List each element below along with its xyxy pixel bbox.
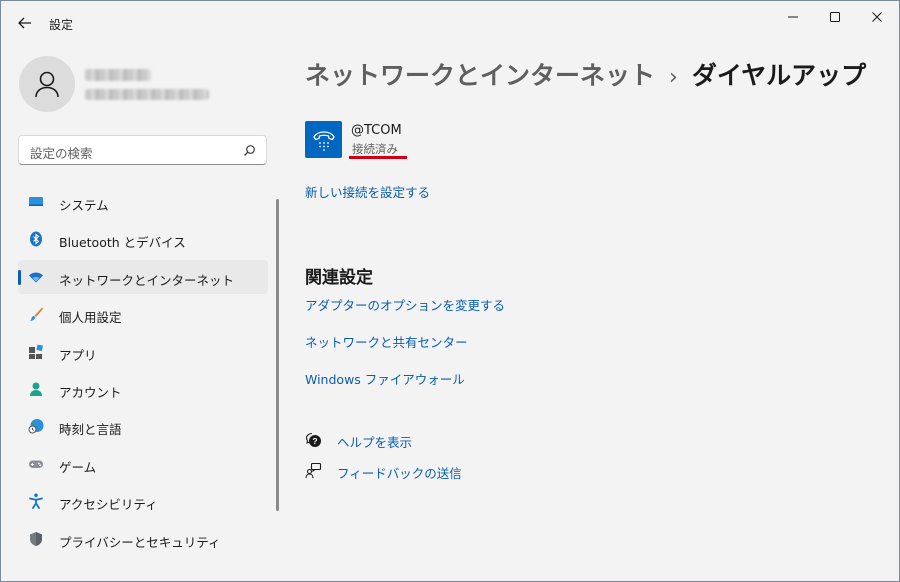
connection-status: 接続済み [352,142,398,156]
sidebar-item-label: システム [59,198,109,213]
system-icon [29,197,43,206]
network-sharing-center-link[interactable]: ネットワークと共有センター [305,332,468,351]
sidebar-item-privacy[interactable]: プライバシーとセキュリティ [18,522,268,556]
back-button[interactable] [15,13,35,33]
brush-icon [30,307,43,322]
sidebar-item-apps[interactable]: アプリ [18,335,268,369]
close-button[interactable] [863,7,891,27]
sidebar-item-label: 時刻と言語 [59,422,122,438]
search-icon [244,145,255,156]
window-title: 設定 [49,18,74,32]
account-icon [30,382,42,396]
get-help-link[interactable]: ヘルプを表示 [337,432,412,451]
account-name-redacted [85,69,151,81]
accessibility-icon [29,493,43,510]
page-title: ダイヤルアップ [691,61,867,90]
windows-firewall-link[interactable]: Windows ファイアウォール [305,369,465,388]
breadcrumb: ネットワークとインターネット › ダイヤルアップ [305,56,866,92]
search-placeholder: 設定の検索 [30,146,93,161]
sidebar-item-personalization[interactable]: 個人用設定 [18,297,268,331]
globe-clock-icon [28,419,44,434]
user-icon [35,71,59,98]
sidebar-item-label: アクセシビリティ [59,497,158,513]
title-bar: 設定 [1,1,899,45]
sidebar-item-accessibility[interactable]: アクセシビリティ [18,484,268,518]
sidebar-item-accounts[interactable]: アカウント [18,372,268,406]
minimize-button[interactable] [779,7,807,27]
apps-icon [29,344,43,359]
sidebar-item-label: Bluetooth とデバイス [59,235,186,251]
sidebar-nav: システム Bluetooth とデバイス ネットワークとインターネット 個人用設… [18,185,268,559]
connection-tile[interactable] [305,121,342,158]
sidebar-item-gaming[interactable]: ゲーム [18,447,268,481]
sidebar-item-time-language[interactable]: 時刻と言語 [18,409,268,443]
gamepad-icon [29,460,43,468]
connection-name: @TCOM [351,123,402,138]
sidebar-item-label: アプリ [59,347,97,363]
arrow-left-icon [18,17,31,29]
new-connection-link[interactable]: 新しい接続を設定する [305,182,430,201]
sidebar-item-bluetooth[interactable]: Bluetooth とデバイス [18,222,268,256]
sidebar-scrollbar[interactable] [276,199,279,511]
dialup-phone-icon [312,130,335,151]
sidebar-item-network[interactable]: ネットワークとインターネット [18,259,268,294]
account-email-redacted [85,89,209,100]
maximize-button[interactable] [821,7,849,27]
sidebar-item-label: プライバシーとセキュリティ [59,534,221,550]
related-settings-title: 関連設定 [305,268,373,288]
breadcrumb-separator: › [669,65,678,90]
sidebar-item-label: アカウント [59,384,122,400]
help-icon: ? [305,432,321,447]
sidebar-item-label: ネットワークとインターネット [59,272,235,288]
minimize-icon [788,16,798,18]
sidebar-item-label: ゲーム [59,459,97,475]
sidebar-item-system[interactable]: システム [18,185,268,219]
search-input[interactable]: 設定の検索 [18,135,267,165]
adapter-options-link[interactable]: アダプターのオプションを変更する [305,295,505,314]
wifi-icon [29,272,43,283]
status-highlight-underline [349,156,407,159]
sidebar-item-label: 個人用設定 [59,310,122,326]
avatar[interactable] [19,56,75,112]
close-icon [872,12,882,22]
shield-icon [30,531,42,546]
breadcrumb-parent[interactable]: ネットワークとインターネット [305,61,655,90]
settings-window: 設定 設定の検索 システム Bluetooth とデバイス ネットワークとインタ… [0,0,900,582]
svg-text:?: ? [312,436,317,446]
bluetooth-icon [30,231,42,247]
feedback-icon [305,462,322,479]
maximize-icon [830,12,840,22]
send-feedback-link[interactable]: フィードバックの送信 [337,463,462,482]
